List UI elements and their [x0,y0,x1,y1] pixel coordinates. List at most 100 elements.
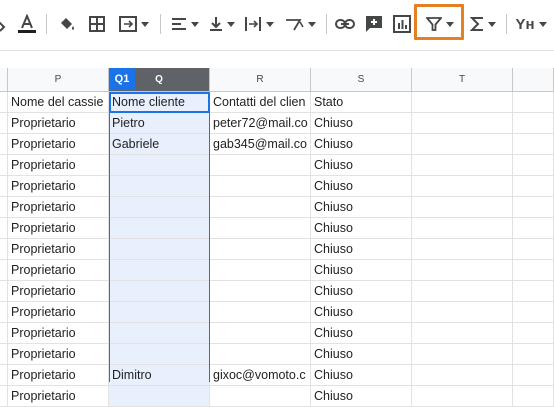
cell-u[interactable] [513,155,554,176]
cell-r[interactable] [210,239,311,260]
cell-s[interactable]: Chiuso [311,197,412,218]
cell-t[interactable] [412,92,513,113]
cell-q[interactable]: Nome cliente [109,92,210,113]
cell-s[interactable]: Chiuso [311,239,412,260]
cell-p[interactable]: Proprietario [8,365,109,386]
cell-q[interactable] [109,239,210,260]
cell-p[interactable]: Proprietario [8,260,109,281]
cell-o[interactable] [0,155,8,176]
cell-t[interactable] [412,197,513,218]
cell-p[interactable]: Proprietario [8,302,109,323]
input-tools-icon[interactable]: Yʜ [512,10,550,38]
horizontal-align-icon[interactable] [168,10,202,38]
cell-r[interactable] [210,302,311,323]
cell-s[interactable]: Chiuso [311,344,412,365]
cell-o[interactable] [0,344,8,365]
column-header-t[interactable]: T [412,68,513,92]
cell-r[interactable] [210,155,311,176]
cell-o[interactable] [0,134,8,155]
highlight-color-icon[interactable] [54,10,80,38]
cell-r[interactable]: gixoc@vomoto.c [210,365,311,386]
cell-r[interactable] [210,344,311,365]
cell-o[interactable] [0,386,8,407]
cell-t[interactable] [412,365,513,386]
cell-u[interactable] [513,197,554,218]
vertical-align-icon[interactable] [206,10,238,38]
borders-icon[interactable] [84,10,110,38]
cell-u[interactable] [513,302,554,323]
cell-o[interactable] [0,323,8,344]
cell-p[interactable]: Proprietario [8,176,109,197]
cell-p[interactable]: Proprietario [8,134,109,155]
column-header-u[interactable] [513,68,554,92]
cell-o[interactable] [0,281,8,302]
cell-p[interactable]: Nome del cassie [8,92,109,113]
cell-r[interactable] [210,323,311,344]
cell-q[interactable] [109,302,210,323]
cell-s[interactable]: Chiuso [311,134,412,155]
cell-p[interactable]: Proprietario [8,281,109,302]
cell-s[interactable]: Chiuso [311,302,412,323]
cell-p[interactable]: Proprietario [8,239,109,260]
cell-s[interactable]: Chiuso [311,323,412,344]
cell-q[interactable] [109,386,210,407]
cell-s[interactable]: Chiuso [311,260,412,281]
cell-r[interactable] [210,197,311,218]
functions-icon[interactable] [466,10,500,38]
cell-q[interactable]: Gabriele [109,134,210,155]
cell-u[interactable] [513,92,554,113]
column-header-o[interactable] [0,68,8,92]
cell-p[interactable]: Proprietario [8,218,109,239]
cell-p[interactable]: Proprietario [8,113,109,134]
cell-t[interactable] [412,155,513,176]
cell-u[interactable] [513,281,554,302]
cell-p[interactable]: Proprietario [8,386,109,407]
cell-t[interactable] [412,239,513,260]
cell-s[interactable]: Chiuso [311,386,412,407]
cell-u[interactable] [513,323,554,344]
cell-p[interactable]: Proprietario [8,155,109,176]
column-header-p[interactable]: P [8,68,109,92]
cell-o[interactable] [0,218,8,239]
insert-link-icon[interactable] [332,10,358,38]
cell-o[interactable] [0,302,8,323]
cell-q[interactable] [109,176,210,197]
cell-s[interactable]: Chiuso [311,218,412,239]
cell-t[interactable] [412,260,513,281]
cell-s[interactable]: Chiuso [311,281,412,302]
cell-s[interactable]: Chiuso [311,365,412,386]
cell-u[interactable] [513,113,554,134]
cell-q[interactable] [109,281,210,302]
cell-r[interactable] [210,281,311,302]
cell-r[interactable] [210,176,311,197]
cell-s[interactable]: Chiuso [311,176,412,197]
cell-u[interactable] [513,176,554,197]
cell-q[interactable] [109,323,210,344]
cell-q[interactable] [109,218,210,239]
cell-o[interactable] [0,365,8,386]
cell-o[interactable] [0,113,8,134]
cell-o[interactable] [0,197,8,218]
cell-t[interactable] [412,323,513,344]
cell-t[interactable] [412,281,513,302]
cell-t[interactable] [412,344,513,365]
cell-r[interactable]: Contatti del clien [210,92,311,113]
cell-u[interactable] [513,344,554,365]
column-header-s[interactable]: S [311,68,412,92]
cell-u[interactable] [513,218,554,239]
text-wrap-icon[interactable] [242,10,276,38]
cell-p[interactable]: Proprietario [8,323,109,344]
text-rotation-icon[interactable] [282,10,318,38]
cell-q[interactable] [109,344,210,365]
cell-s[interactable]: Stato [311,92,412,113]
insert-comment-icon[interactable] [361,10,387,38]
cell-u[interactable] [513,239,554,260]
cell-q[interactable] [109,155,210,176]
cell-p[interactable]: Proprietario [8,197,109,218]
cell-o[interactable] [0,92,8,113]
cell-s[interactable]: Chiuso [311,155,412,176]
cell-t[interactable] [412,134,513,155]
cell-q[interactable]: Pietro [109,113,210,134]
cell-q[interactable] [109,260,210,281]
cell-t[interactable] [412,302,513,323]
